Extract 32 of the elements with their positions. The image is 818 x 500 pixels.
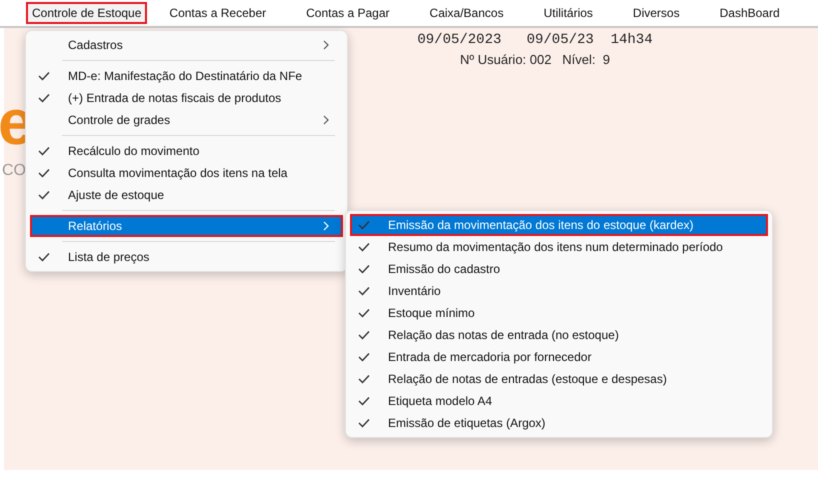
menu-bar-item[interactable]: Contas a Pagar [300,2,396,24]
menu-item[interactable]: Relação de notas de entradas (estoque e despesas) [350,368,768,390]
menu-bar-item[interactable]: Diversos [626,2,686,24]
menu-item[interactable]: Emissão da movimentação dos itens do estoque (kardex) [350,214,768,236]
menu-item[interactable]: Resumo da movimentação dos itens num determinado período [350,236,768,258]
user-info-text: Nº Usuário: 002 Nível: 9 [460,52,610,67]
chevron-right-icon [323,40,329,50]
menu-item[interactable]: (+) Entrada de notas fiscais de produtos [30,87,343,109]
menu-item[interactable]: Recálculo do movimento [30,140,343,162]
menu-item[interactable]: MD-e: Manifestação do Destinatário da NFe [30,65,343,87]
menu-item[interactable]: Estoque mínimo [350,302,768,324]
date-time-text: 09/05/2023 09/05/23 14h34 [417,32,653,48]
menu-bar-item[interactable]: Utilitários [538,2,599,24]
menu-bar-item[interactable]: Contas a Receber [163,2,272,24]
menu-item[interactable]: Emissão do cadastro [350,258,768,280]
menu-bar-item[interactable]: Controle de Estoque [26,2,148,24]
menu-item[interactable]: Etiqueta modelo A4 [350,390,768,412]
menu-item[interactable]: Inventário [350,280,768,302]
menu-item[interactable]: Relação das notas de entrada (no estoque) [350,324,768,346]
menu-item[interactable]: Controle de grades [30,109,343,131]
menu-bar-item[interactable]: Caixa/Bancos [424,2,510,24]
menu-item[interactable]: Cadastros [30,34,343,56]
chevron-right-icon [323,115,329,125]
menu-item[interactable]: Entrada de mercadoria por fornecedor [350,346,768,368]
menu-item[interactable]: Emissão de etiquetas (Argox) [350,412,768,434]
menu-item[interactable]: Lista de preços [30,246,343,268]
menu-item[interactable]: Relatórios [30,215,343,237]
menu-bar-item[interactable]: DashBoard [714,2,786,24]
menu-item[interactable]: Consulta movimentação dos itens na tela [30,162,343,184]
menu-item[interactable]: Ajuste de estoque [30,184,343,206]
tagline-fragment: CO [2,162,26,180]
chevron-right-icon [323,221,329,231]
